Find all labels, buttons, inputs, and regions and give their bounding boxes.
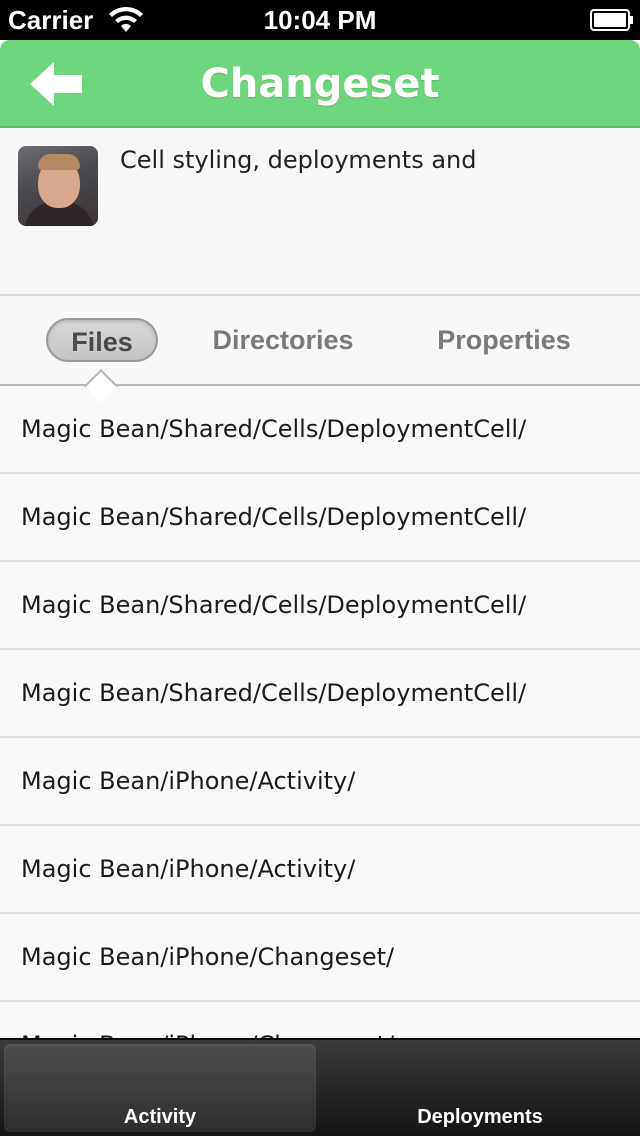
status-bar: Carrier 10:04 PM [0, 0, 640, 40]
list-item[interactable]: Magic Bean/iPhone/Activity/ [0, 826, 640, 914]
status-time: 10:04 PM [263, 5, 377, 35]
list-item[interactable]: Magic Bean/iPhone/Activity/ [0, 738, 640, 826]
commit-message: Cell styling, deployments and [120, 146, 477, 174]
list-item[interactable]: Magic Bean/Shared/Cells/DeploymentCell/ [0, 650, 640, 738]
list-item[interactable]: Magic Bean/Shared/Cells/DeploymentCell/ [0, 386, 640, 474]
tab-deployments[interactable]: Deployments [324, 1044, 636, 1132]
file-list[interactable]: Magic Bean/Shared/Cells/DeploymentCell/ … [0, 386, 640, 1038]
list-item[interactable]: Magic Bean/Shared/Cells/DeploymentCell/ [0, 562, 640, 650]
avatar [18, 146, 98, 226]
navigation-bar: Changeset [0, 40, 640, 128]
page-title: Changeset [200, 61, 440, 107]
tab-properties[interactable]: Properties [424, 318, 584, 362]
battery-icon [590, 9, 633, 31]
tab-activity-label: Activity [123, 1106, 197, 1128]
tab-activity[interactable]: Activity [4, 1044, 316, 1132]
list-item[interactable]: Magic Bean/iPhone/Changeset/ [0, 914, 640, 1002]
list-item[interactable]: Magic Bean/Shared/Cells/DeploymentCell/ [0, 474, 640, 562]
tab-directories[interactable]: Directories [200, 318, 366, 362]
list-item[interactable]: Magic Bean/iPhone/Changeset/ [0, 1002, 640, 1038]
tab-deployments-label: Deployments [417, 1106, 543, 1128]
tab-bar: Activity Deployments [0, 1038, 640, 1136]
tab-files[interactable]: Files [46, 318, 158, 362]
screen: Carrier 10:04 PM Changeset Cell styling, [0, 0, 640, 1136]
